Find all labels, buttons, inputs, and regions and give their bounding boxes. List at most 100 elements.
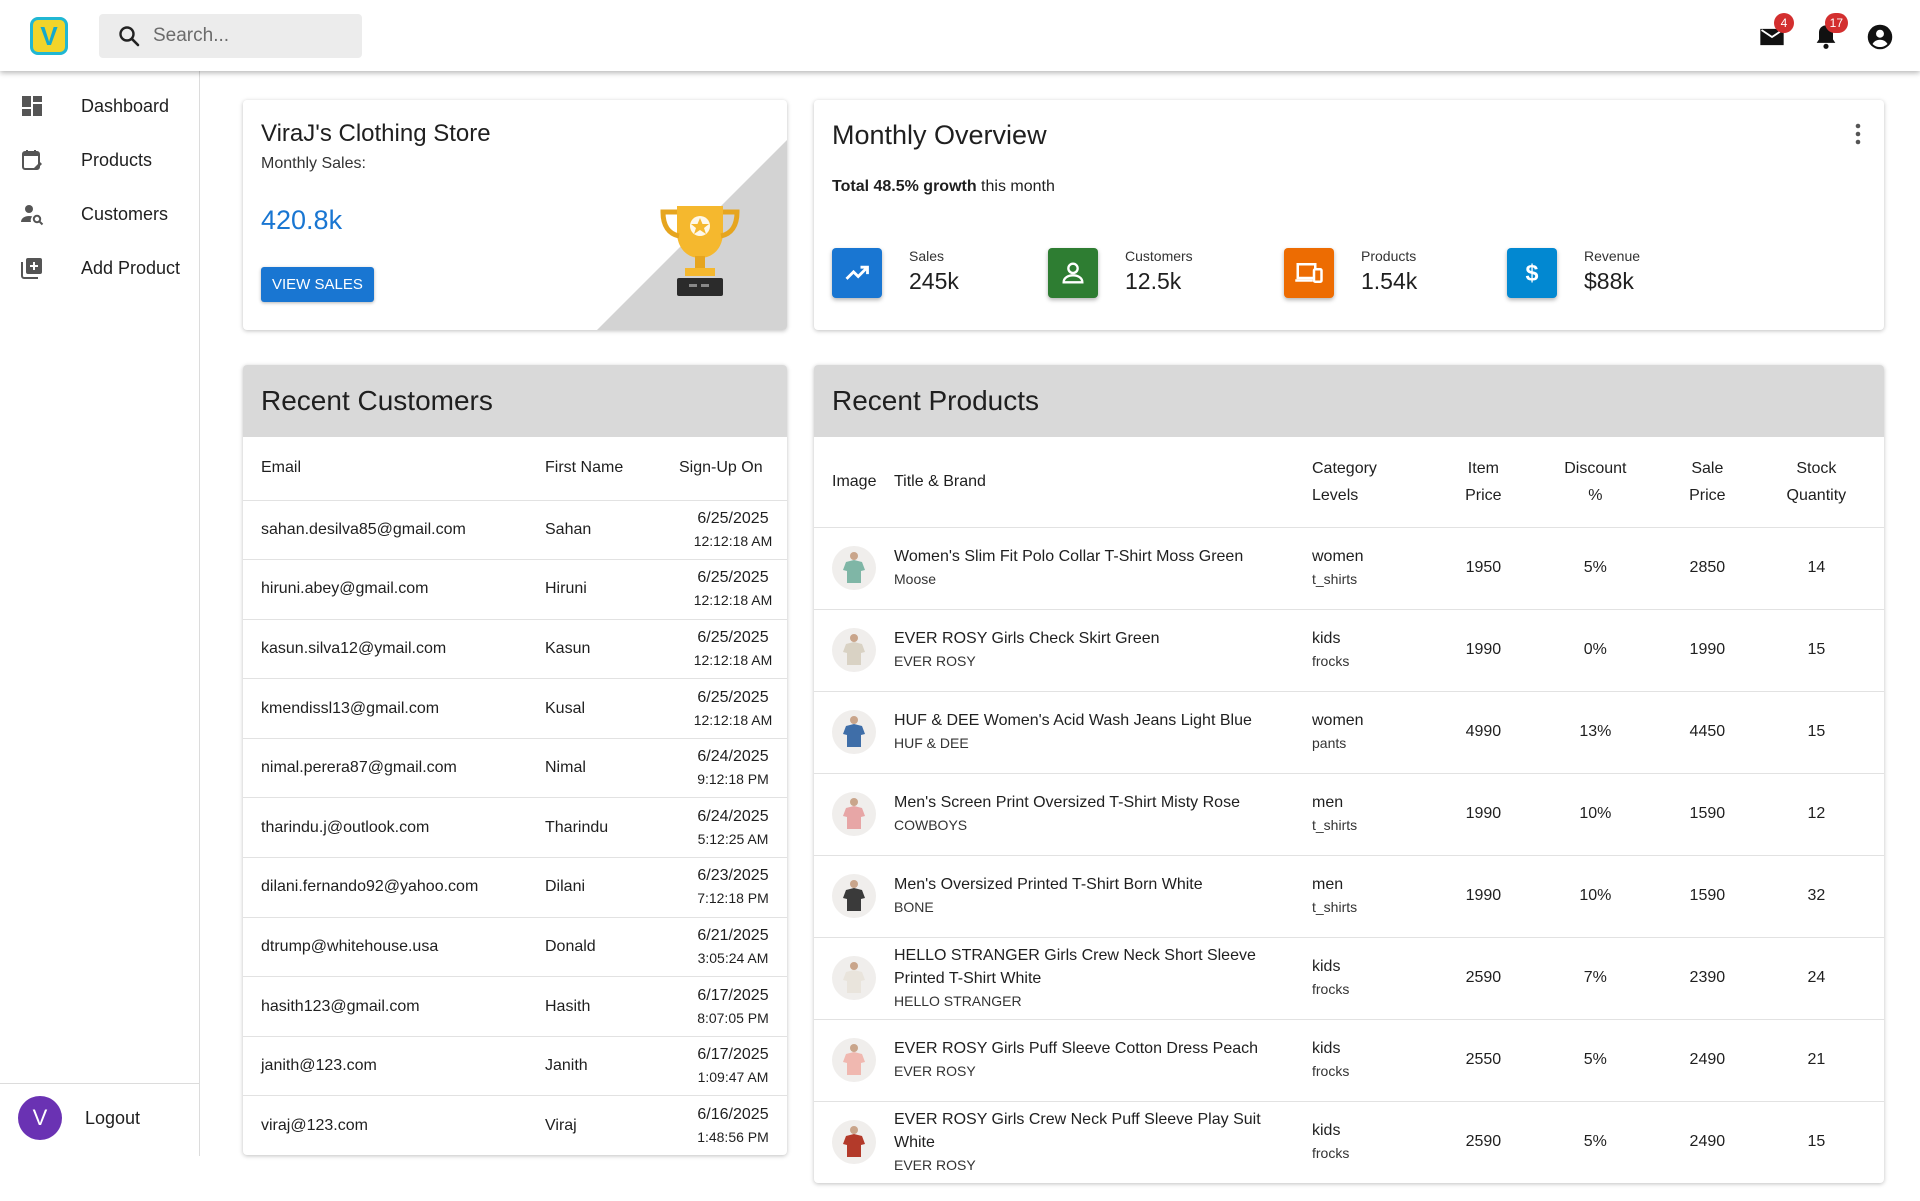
table-row[interactable]: nimal.perera87@gmail.com Nimal 6/24/2025 9:…: [243, 738, 787, 799]
customer-email: tharindu.j@outlook.com: [243, 797, 545, 859]
col-email: Email: [243, 437, 545, 501]
product-thumbnail[interactable]: [832, 792, 876, 836]
monthly-sales-value: 420.8k: [261, 205, 343, 235]
notifications-button[interactable]: 17: [1812, 13, 1848, 51]
product-title[interactable]: Women's Slim Fit Polo Collar T-Shirt Mos…: [894, 545, 1292, 568]
customer-signup: 6/17/2025 1:09:47 AM: [679, 1036, 787, 1097]
table-row[interactable]: janith@123.com Janith 6/17/2025 1:09:47 AM: [243, 1036, 787, 1097]
overview-title: Monthly Overview: [832, 120, 1047, 150]
product-stock: 12: [1748, 773, 1884, 856]
product-thumbnail[interactable]: [832, 1120, 876, 1164]
product-discount: 10%: [1524, 855, 1666, 938]
product-stock: 15: [1748, 1101, 1884, 1183]
search-box[interactable]: [99, 14, 362, 58]
signup-date: 6/17/2025: [697, 1046, 769, 1064]
table-row[interactable]: kmendissl13@gmail.com Kusal 6/25/2025 12:12…: [243, 678, 787, 739]
product-subcategory: frocks: [1312, 1145, 1350, 1161]
product-image-cell: [814, 1019, 894, 1102]
product-item-price: 2550: [1442, 1019, 1525, 1102]
table-row[interactable]: HELLO STRANGER Girls Crew Neck Short Sle…: [814, 937, 1884, 1020]
account-button[interactable]: [1866, 23, 1894, 51]
mail-button[interactable]: 4: [1758, 13, 1794, 51]
clothing-icon: [843, 1044, 865, 1075]
product-sale-price: 1590: [1665, 855, 1749, 938]
product-thumbnail[interactable]: [832, 1038, 876, 1082]
dashboard-icon: [22, 96, 42, 116]
logout-button[interactable]: Logout: [85, 1108, 140, 1129]
sidebar-item-add-product[interactable]: Add Product: [0, 241, 199, 295]
table-row[interactable]: EVER ROSY Girls Crew Neck Puff Sleeve Pl…: [814, 1101, 1884, 1183]
sidebar-item-products[interactable]: Products: [0, 133, 199, 187]
signup-date: 6/24/2025: [697, 807, 769, 825]
table-row[interactable]: viraj@123.com Viraj 6/16/2025 1:48:56 PM: [243, 1095, 787, 1155]
table-row[interactable]: sahan.desilva85@gmail.com Sahan 6/25/2025 1…: [243, 500, 787, 561]
customer-first-name: Sahan: [545, 500, 679, 561]
table-row[interactable]: hasith123@gmail.com Hasith 6/17/2025 8:07:0…: [243, 976, 787, 1037]
product-discount: 5%: [1524, 527, 1666, 610]
customer-email: dilani.fernando92@yahoo.com: [243, 857, 545, 918]
more-vert-icon[interactable]: [1854, 122, 1862, 146]
table-row[interactable]: dtrump@whitehouse.usa Donald 6/21/2025 3:05…: [243, 917, 787, 978]
product-title[interactable]: HUF & DEE Women's Acid Wash Jeans Light …: [894, 709, 1292, 732]
product-subcategory: t_shirts: [1312, 899, 1358, 915]
product-thumbnail[interactable]: [832, 710, 876, 754]
customer-email: nimal.perera87@gmail.com: [243, 738, 545, 799]
monthly-overview-card: Monthly Overview Total 48.5% growth this…: [814, 100, 1884, 330]
header-line: Price: [1465, 486, 1502, 504]
table-row[interactable]: tharindu.j@outlook.com Tharindu 6/24/2025 5…: [243, 797, 787, 859]
product-thumbnail[interactable]: [832, 956, 876, 1000]
product-sale-price: 2850: [1665, 527, 1749, 610]
product-title[interactable]: Men's Oversized Printed T-Shirt Born Whi…: [894, 873, 1292, 896]
product-category-cell: men t_shirts: [1312, 773, 1442, 856]
stat-label: Customers: [1125, 248, 1193, 264]
product-subcategory: pants: [1312, 735, 1347, 751]
customer-email: kmendissl13@gmail.com: [243, 678, 545, 739]
stat-label: Sales: [909, 248, 945, 264]
product-brand: HUF & DEE: [894, 735, 969, 751]
customer-signup: 6/16/2025 1:48:56 PM: [679, 1095, 787, 1155]
table-row[interactable]: dilani.fernando92@yahoo.com Dilani 6/23/20…: [243, 857, 787, 918]
stat-value: 245k: [909, 268, 959, 294]
col-image: Image: [814, 437, 894, 528]
app-logo[interactable]: V: [30, 17, 68, 55]
table-row[interactable]: kasun.silva12@ymail.com Kasun 6/25/2025 12:…: [243, 619, 787, 680]
product-thumbnail[interactable]: [832, 628, 876, 672]
trending-up-icon: [845, 265, 869, 280]
product-title[interactable]: EVER ROSY Girls Crew Neck Puff Sleeve Pl…: [894, 1108, 1292, 1154]
store-subtitle: Monthly Sales:: [261, 155, 366, 172]
product-brand: EVER ROSY: [894, 1156, 976, 1173]
product-title[interactable]: HELLO STRANGER Girls Crew Neck Short Sle…: [894, 944, 1292, 990]
product-title-cell: Women's Slim Fit Polo Collar T-Shirt Mos…: [894, 527, 1312, 610]
product-brand: HELLO STRANGER: [894, 992, 1022, 1009]
header-line: Price: [1689, 486, 1726, 504]
customer-signup: 6/17/2025 8:07:05 PM: [679, 976, 787, 1037]
sidebar-item-dashboard[interactable]: Dashboard: [0, 79, 199, 133]
logo-letter: V: [40, 21, 58, 51]
table-row[interactable]: HUF & DEE Women's Acid Wash Jeans Light …: [814, 691, 1884, 774]
stat-label: Revenue: [1584, 248, 1641, 264]
table-row[interactable]: Men's Oversized Printed T-Shirt Born Whi…: [814, 855, 1884, 938]
product-thumbnail[interactable]: [832, 546, 876, 590]
product-brand: EVER ROSY: [894, 1063, 976, 1079]
product-title[interactable]: EVER ROSY Girls Puff Sleeve Cotton Dress…: [894, 1037, 1292, 1060]
product-thumbnail[interactable]: [832, 874, 876, 918]
product-brand: EVER ROSY: [894, 653, 976, 669]
recent-products-card: Recent Products Image Title & Brand Cate…: [814, 365, 1884, 1183]
view-sales-button[interactable]: VIEW SALES: [261, 267, 374, 302]
sidebar-item-customers[interactable]: Customers: [0, 187, 199, 241]
table-row[interactable]: hiruni.abey@gmail.com Hiruni 6/25/2025 12:1…: [243, 559, 787, 620]
clothing-icon: [843, 1126, 865, 1157]
signup-date: 6/16/2025: [697, 1105, 769, 1123]
avatar[interactable]: V: [18, 1096, 62, 1140]
product-subcategory: t_shirts: [1312, 817, 1358, 833]
table-row[interactable]: EVER ROSY Girls Puff Sleeve Cotton Dress…: [814, 1019, 1884, 1102]
product-title[interactable]: EVER ROSY Girls Check Skirt Green: [894, 627, 1292, 650]
product-title[interactable]: Men's Screen Print Oversized T-Shirt Mis…: [894, 791, 1292, 814]
search-input[interactable]: [153, 25, 353, 47]
table-row[interactable]: EVER ROSY Girls Check Skirt Green EVER RO…: [814, 609, 1884, 692]
table-row[interactable]: Men's Screen Print Oversized T-Shirt Mis…: [814, 773, 1884, 856]
table-row[interactable]: Women's Slim Fit Polo Collar T-Shirt Mos…: [814, 527, 1884, 610]
header-line: Stock: [1796, 459, 1837, 477]
col-first-name: First Name: [545, 437, 679, 501]
signup-time: 12:12:18 AM: [693, 651, 773, 668]
